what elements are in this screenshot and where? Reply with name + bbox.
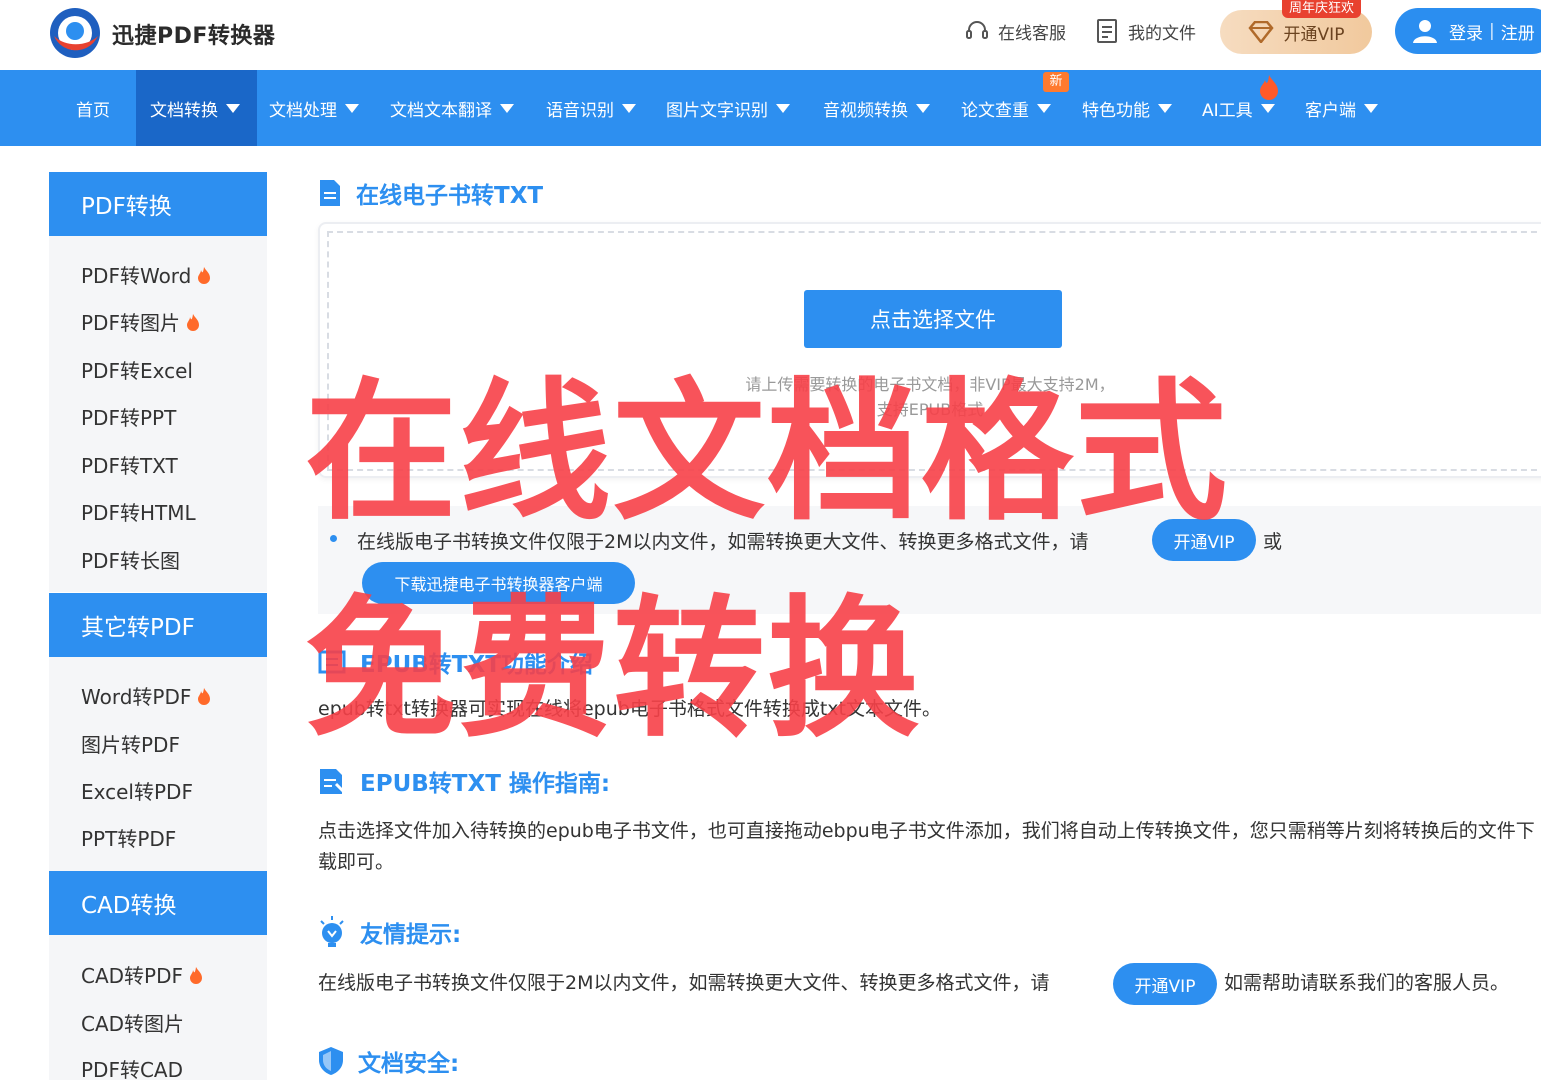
online-service-label: 在线客服 [998,23,1066,44]
nav-item-av-convert[interactable]: 音视频转换 [823,70,930,146]
nav-item-ocr[interactable]: 图片文字识别 [666,70,790,146]
notice-or: 或 [1263,531,1283,553]
section-title-tips: 友情提示: [318,915,461,949]
sidebar-item-image-to-pdf[interactable]: 图片转PDF [81,729,180,758]
new-badge: 新 [1043,72,1069,92]
chevron-down-icon [345,103,359,113]
chevron-down-icon [776,103,790,113]
sidebar-heading-cad-convert[interactable]: CAD转换 [49,871,267,935]
lightbulb-icon [320,916,344,947]
login-label[interactable]: 登录 [1449,19,1483,44]
sidebar-item-pdf-to-txt[interactable]: PDF转TXT [81,450,178,479]
sidebar-heading-pdf-convert[interactable]: PDF转换 [49,172,267,236]
nav-item-home[interactable]: 首页 [76,70,110,146]
nav-item-doc-convert[interactable]: 文档转换 [136,70,257,146]
sidebar-item-pdf-to-cad[interactable]: PDF转CAD [81,1054,183,1083]
sidebar-item-cad-to-image[interactable]: CAD转图片 [81,1008,184,1037]
nav-item-speech[interactable]: 语音识别 [546,70,636,146]
brand-logo-icon[interactable] [48,6,102,60]
brand-name[interactable]: 迅捷PDF转换器 [112,18,275,50]
document-list-icon [1097,19,1117,43]
sidebar-item-ppt-to-pdf[interactable]: PPT转PDF [81,823,176,852]
fire-icon [198,687,211,705]
fire-icon [1260,75,1278,100]
fire-icon [190,966,203,984]
nav-item-translate[interactable]: 文档文本翻译 [390,70,514,146]
main-nav: 首页 文档转换 文档处理 文档文本翻译 语音识别 图片文字识别 音视频转换 论文… [0,70,1541,146]
section-title-security: 文档安全: [318,1044,459,1078]
diamond-icon [1247,21,1274,43]
sidebar-item-pdf-to-image[interactable]: PDF转图片 [81,307,200,336]
sidebar-heading-other-to-pdf[interactable]: 其它转PDF [49,593,267,657]
sidebar-item-pdf-to-excel[interactable]: PDF转Excel [81,355,193,384]
guide-text: 点击选择文件加入待转换的epub电子书文件，也可直接拖动ebpu电子书文件添加，… [318,820,1535,873]
sidebar-item-pdf-to-html[interactable]: PDF转HTML [81,497,196,526]
fire-icon [186,313,199,331]
choose-file-button[interactable]: 点击选择文件 [804,290,1062,348]
section-title-guide: EPUB转TXT 操作指南: [318,764,610,798]
register-label[interactable]: 注册 [1501,19,1535,44]
anniversary-badge: 周年庆狂欢 [1282,0,1362,18]
tips-open-vip-button[interactable]: 开通VIP [1113,963,1217,1005]
shield-icon [319,1047,343,1075]
user-icon [1413,20,1437,43]
nav-item-doc-process[interactable]: 文档处理 [269,70,359,146]
sidebar-item-pdf-to-ppt[interactable]: PDF转PPT [81,402,176,431]
chevron-down-icon [1158,103,1172,113]
my-files-link[interactable]: 我的文件 [1094,18,1196,44]
sidebar-item-excel-to-pdf[interactable]: Excel转PDF [81,776,193,805]
chevron-down-icon [1260,103,1275,113]
chevron-down-icon [1037,103,1051,113]
open-vip-label: 开通VIP [1283,24,1345,45]
online-service-link[interactable]: 在线客服 [964,18,1066,44]
sidebar-item-word-to-pdf[interactable]: Word转PDF [81,681,211,710]
my-files-label: 我的文件 [1128,23,1196,44]
overlay-caption-line1: 在线文档格式 [305,364,1229,541]
top-header: 迅捷PDF转换器 在线客服 我的文件 开通VIP 周年庆狂欢 登录 | 注册 [0,0,1541,70]
login-divider: | [1489,21,1495,41]
page-title: 在线电子书转TXT [318,176,543,210]
tips-text: 在线版电子书转换文件仅限于2M以内文件，如需转换更大文件、转换更多格式文件，请 [318,972,1050,994]
sidebar-item-pdf-to-word[interactable]: PDF转Word [81,260,211,289]
chevron-down-icon [500,103,514,113]
document-icon [320,180,340,206]
chevron-down-icon [916,103,930,113]
login-register-button[interactable]: 登录 | 注册 [1395,8,1541,54]
nav-item-plagiarism[interactable]: 论文查重 [961,70,1051,146]
chevron-down-icon [622,103,636,113]
headset-icon [966,21,988,39]
guide-icon [320,769,346,794]
sidebar-item-cad-to-pdf[interactable]: CAD转PDF [81,960,203,989]
chevron-down-icon [1364,103,1378,113]
sidebar-item-pdf-to-long-image[interactable]: PDF转长图 [81,545,180,574]
fire-icon [198,266,211,284]
chevron-down-icon [226,103,240,113]
tips-after-text: 如需帮助请联系我们的客服人员。 [1224,972,1510,994]
overlay-caption-line2: 免费转换 [305,581,921,758]
nav-item-features[interactable]: 特色功能 [1082,70,1172,146]
nav-item-client[interactable]: 客户端 [1305,70,1378,146]
